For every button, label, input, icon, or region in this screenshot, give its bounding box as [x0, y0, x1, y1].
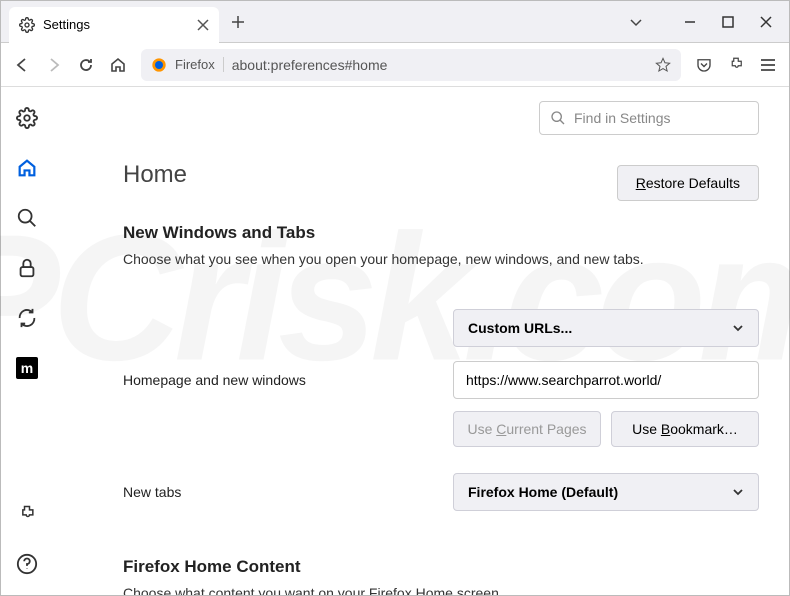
home-button[interactable]	[109, 56, 127, 74]
section-title-home-content: Firefox Home Content	[123, 557, 759, 577]
newtabs-dropdown[interactable]: Firefox Home (Default)	[453, 473, 759, 511]
find-in-settings-input[interactable]: Find in Settings	[539, 101, 759, 135]
titlebar: Settings	[1, 1, 789, 43]
close-icon[interactable]	[197, 19, 209, 31]
minimize-button[interactable]	[683, 15, 697, 29]
home-icon[interactable]	[16, 157, 38, 179]
section-desc: Choose what you see when you open your h…	[123, 251, 759, 267]
maximize-button[interactable]	[721, 15, 735, 29]
reload-button[interactable]	[77, 56, 95, 74]
gear-icon[interactable]	[16, 107, 38, 129]
use-current-pages-button[interactable]: Use Current Pages	[453, 411, 601, 447]
firefox-logo-icon	[151, 57, 167, 73]
homepage-url-input[interactable]: https://www.searchparrot.world/	[453, 361, 759, 399]
section-desc: Choose what content you want on your Fir…	[123, 585, 759, 595]
content-area: m Find in Settings Home Restore Defaults…	[1, 87, 789, 595]
url-text: about:preferences#home	[232, 57, 647, 73]
search-placeholder: Find in Settings	[574, 110, 671, 126]
lock-icon[interactable]	[16, 257, 38, 279]
use-bookmark-button[interactable]: Use Bookmark…	[611, 411, 759, 447]
homepage-mode-dropdown[interactable]: Custom URLs...	[453, 309, 759, 347]
section-title-new-windows: New Windows and Tabs	[123, 223, 759, 243]
search-icon[interactable]	[16, 207, 38, 229]
newtabs-label: New tabs	[123, 484, 453, 500]
new-tab-button[interactable]	[231, 15, 245, 29]
extensions-icon[interactable]	[16, 503, 38, 525]
close-button[interactable]	[759, 15, 773, 29]
chevron-down-icon	[732, 486, 744, 498]
menu-icon[interactable]	[759, 56, 777, 74]
settings-main: Find in Settings Home Restore Defaults N…	[53, 87, 789, 595]
pocket-icon[interactable]	[695, 56, 713, 74]
bookmark-star-icon[interactable]	[655, 57, 671, 73]
toolbar: Firefox about:preferences#home	[1, 43, 789, 87]
chevron-down-icon	[732, 322, 744, 334]
url-prefix: Firefox	[175, 57, 224, 72]
help-icon[interactable]	[16, 553, 38, 575]
mozilla-icon[interactable]: m	[16, 357, 38, 379]
forward-button[interactable]	[45, 56, 63, 74]
gear-icon	[19, 17, 35, 33]
back-button[interactable]	[13, 56, 31, 74]
settings-sidebar: m	[1, 87, 53, 595]
sync-icon[interactable]	[16, 307, 38, 329]
chevron-down-icon[interactable]	[629, 15, 643, 29]
restore-defaults-button[interactable]: Restore Defaults	[617, 165, 759, 201]
extensions-icon[interactable]	[727, 56, 745, 74]
homepage-label: Homepage and new windows	[123, 372, 453, 388]
browser-tab[interactable]: Settings	[9, 7, 219, 43]
url-bar[interactable]: Firefox about:preferences#home	[141, 49, 681, 81]
window-controls	[683, 15, 781, 29]
tab-title: Settings	[43, 17, 189, 32]
